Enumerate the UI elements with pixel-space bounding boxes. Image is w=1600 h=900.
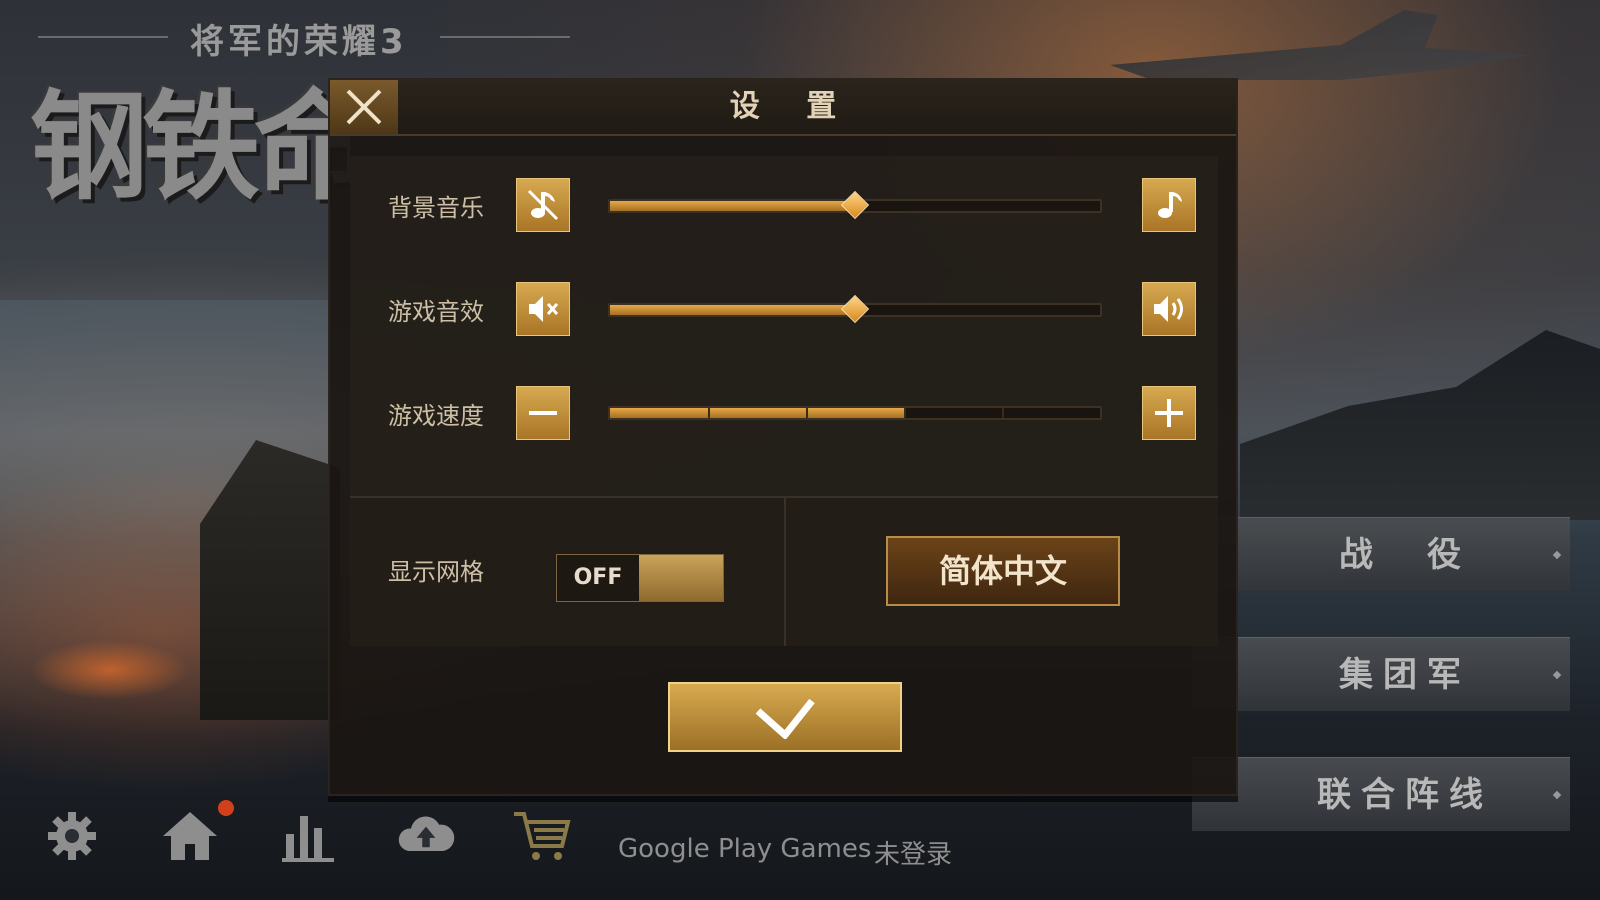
speed-decrease-button[interactable]: [516, 386, 570, 440]
background-music-label: 背景音乐: [388, 194, 484, 222]
music-volume-thumb[interactable]: [840, 190, 870, 220]
toggle-state-label: OFF: [573, 565, 623, 590]
menu-arrow-icon: [1552, 790, 1562, 800]
cloud-upload-icon[interactable]: [396, 806, 456, 866]
menu-campaign-button[interactable]: 战 役: [1192, 517, 1570, 591]
login-status[interactable]: 未登录: [874, 834, 952, 870]
notification-dot: [218, 800, 234, 816]
sfx-max-button[interactable]: [1142, 282, 1196, 336]
checkmark-icon: [755, 698, 815, 739]
music-on-button[interactable]: [1142, 178, 1196, 232]
audio-settings-panel: 背景音乐 游戏音效 游戏速度: [350, 156, 1218, 498]
title-decor-line-right: [440, 36, 570, 38]
stats-icon[interactable]: [278, 806, 338, 866]
show-grid-toggle[interactable]: OFF: [556, 554, 724, 602]
music-note-icon: [1158, 192, 1182, 218]
gear-icon[interactable]: [42, 806, 102, 866]
menu-arrow-icon: [1552, 550, 1562, 560]
music-volume-slider[interactable]: [608, 190, 1102, 220]
menu-army-group-label: 集团军: [1339, 655, 1471, 695]
game-speed-fill: [610, 408, 904, 418]
sfx-volume-slider[interactable]: [608, 294, 1102, 324]
speed-segment-tick: [904, 408, 906, 418]
home-icon[interactable]: [160, 806, 220, 866]
music-volume-fill: [610, 201, 855, 211]
title-decor-line-left: [38, 36, 168, 38]
dialog-title: 设 置: [729, 89, 855, 124]
show-grid-label: 显示网格: [388, 558, 484, 586]
cart-icon[interactable]: [512, 806, 572, 866]
game-speed-slider[interactable]: [608, 406, 1102, 420]
sfx-volume-fill: [610, 305, 855, 315]
background-cliff: [1240, 330, 1600, 520]
settings-dialog: 设 置 背景音乐 游戏音效 游戏速度 显示网格 OFF 简体中文: [328, 78, 1238, 796]
music-off-button[interactable]: [516, 178, 570, 232]
language-settings-panel: 简体中文: [786, 498, 1218, 646]
sound-effects-label: 游戏音效: [388, 298, 484, 326]
close-icon: [346, 89, 382, 125]
game-logo: 钢铁命: [30, 78, 350, 216]
speaker-loud-icon: [1154, 296, 1183, 322]
toggle-knob: [639, 555, 723, 601]
minus-icon: [529, 411, 557, 415]
language-button[interactable]: 简体中文: [886, 536, 1120, 606]
close-button[interactable]: [330, 80, 398, 134]
game-subtitle: 将军的荣耀3: [190, 22, 408, 62]
speed-increase-button[interactable]: [1142, 386, 1196, 440]
sfx-mute-button[interactable]: [516, 282, 570, 336]
plus-icon: [1155, 399, 1183, 427]
speed-segment-tick: [708, 408, 710, 418]
menu-campaign-label: 战 役: [1339, 535, 1471, 575]
menu-alliance-label: 联合阵线: [1317, 775, 1493, 815]
speaker-mute-icon: [529, 296, 559, 322]
menu-army-group-button[interactable]: 集团军: [1192, 637, 1570, 711]
music-off-icon: [527, 189, 559, 221]
grid-settings-panel: 显示网格 OFF: [350, 498, 786, 646]
confirm-button[interactable]: [668, 682, 902, 752]
menu-arrow-icon: [1552, 670, 1562, 680]
google-play-games-link[interactable]: Google Play Games: [618, 834, 871, 870]
sfx-volume-thumb[interactable]: [840, 294, 870, 324]
speed-segment-tick: [1002, 408, 1004, 418]
speed-segment-tick: [806, 408, 808, 418]
menu-alliance-button[interactable]: 联合阵线: [1192, 757, 1570, 831]
game-speed-label: 游戏速度: [388, 402, 484, 430]
background-fire: [30, 640, 190, 700]
